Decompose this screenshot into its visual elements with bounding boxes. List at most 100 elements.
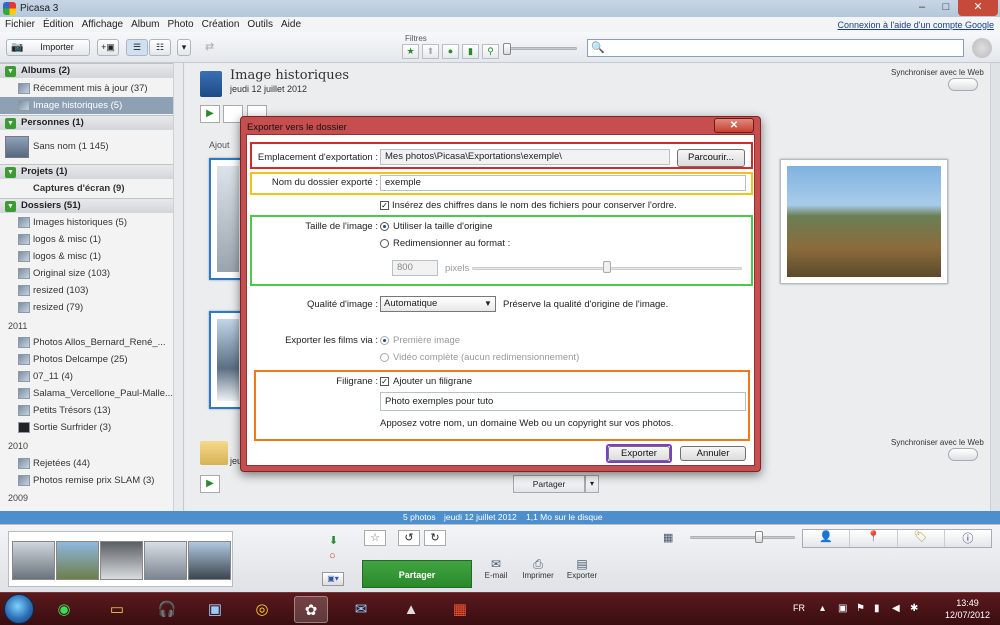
slideshow-play-button[interactable]: ▶: [200, 105, 220, 123]
spotify-taskbar-icon[interactable]: ◉: [47, 596, 81, 623]
tags-tab-icon[interactable]: 🏷: [898, 530, 945, 547]
resize-pixels-input[interactable]: 800: [392, 260, 438, 276]
filter-slider-knob[interactable]: [503, 43, 511, 55]
inkscape-taskbar-icon[interactable]: ▲: [394, 596, 428, 623]
search-input[interactable]: 🔍: [587, 39, 964, 57]
filter-video-button[interactable]: ▮: [462, 44, 479, 59]
menu-photo[interactable]: Photo: [167, 19, 193, 30]
app-taskbar-icon[interactable]: ▦: [443, 596, 477, 623]
watermark-text-input[interactable]: Photo exemples pour tuto: [380, 392, 746, 411]
import-button[interactable]: 📷 Importer: [6, 39, 90, 56]
tray-flag-icon[interactable]: ⚑: [856, 603, 865, 614]
folder-name-input[interactable]: exemple: [380, 175, 746, 191]
tray-expand-icon[interactable]: ▴: [820, 603, 825, 614]
main-scrollbar[interactable]: [990, 63, 1000, 511]
paint-taskbar-icon[interactable]: ▣: [198, 596, 232, 623]
project-screenshots[interactable]: Captures d'écran (9): [0, 180, 174, 197]
photo-thumb-mountain[interactable]: [780, 159, 948, 284]
browse-button[interactable]: Parcourir...: [677, 149, 745, 167]
volume-icon[interactable]: ◀: [892, 603, 900, 614]
folder-item[interactable]: Salama_Vercellone_Paul-Malle...: [0, 385, 174, 402]
thunderbird-taskbar-icon[interactable]: ✉: [344, 596, 378, 623]
thumbnail-size-slider[interactable]: [690, 536, 795, 539]
menu-creation[interactable]: Création: [202, 19, 240, 30]
tray-thumb[interactable]: [144, 541, 187, 580]
person-unnamed[interactable]: Sans nom (1 145): [0, 133, 174, 161]
folder-item[interactable]: Rejetées (44): [0, 455, 174, 472]
rotate-right-button[interactable]: ↻: [424, 530, 446, 546]
watermark-checkbox[interactable]: ✓: [380, 377, 389, 386]
places-tab-icon[interactable]: 📍: [850, 530, 898, 547]
rotate-left-button[interactable]: ↺: [398, 530, 420, 546]
folder-item[interactable]: resized (79): [0, 299, 174, 316]
language-indicator[interactable]: FR: [793, 603, 805, 613]
album-recent[interactable]: Récemment mis à jour (37): [0, 80, 174, 97]
google-signin-link[interactable]: Connexion à l'aide d'un compte Google: [837, 20, 994, 30]
albums-header[interactable]: ▼ Albums (2): [0, 63, 174, 78]
album-add-dropdown-icon[interactable]: ▣▾: [322, 572, 344, 586]
sidebar-scrollbar[interactable]: [173, 63, 183, 511]
people-header[interactable]: ▼ Personnes (1): [0, 115, 174, 130]
clear-tray-icon[interactable]: ○: [329, 550, 336, 562]
folder-item[interactable]: resized (103): [0, 282, 174, 299]
tray-thumb[interactable]: [100, 541, 143, 580]
folder-item[interactable]: Photos Delcampe (25): [0, 351, 174, 368]
original-size-radio[interactable]: [380, 222, 389, 231]
tray-thumb[interactable]: [12, 541, 55, 580]
minimize-button[interactable]: –: [910, 0, 934, 16]
share-album-button[interactable]: Partager: [513, 475, 585, 493]
movies-first-frame-radio[interactable]: [380, 336, 389, 345]
sync-web-toggle[interactable]: [948, 78, 978, 91]
folder-item[interactable]: Photos remise prix SLAM (3): [0, 472, 174, 489]
dialog-close-button[interactable]: ✕: [714, 118, 754, 133]
export-button[interactable]: ▤ Exporter: [562, 558, 602, 581]
filter-upload-button[interactable]: ⬆: [422, 44, 439, 59]
menu-aide[interactable]: Aide: [281, 19, 301, 30]
quality-select[interactable]: Automatique ▼: [380, 296, 496, 312]
print-button[interactable]: ⎙ Imprimer: [518, 558, 558, 581]
resize-radio[interactable]: [380, 239, 389, 248]
filter-geotag-button[interactable]: ⚲: [482, 44, 499, 59]
view-dropdown-button[interactable]: ▾: [177, 39, 191, 56]
maximize-button[interactable]: □: [934, 0, 958, 16]
folder-item[interactable]: 07_11 (4): [0, 368, 174, 385]
thumbnail-view-button[interactable]: ☰: [126, 39, 148, 56]
movies-full-radio[interactable]: [380, 353, 389, 362]
start-button[interactable]: [4, 594, 34, 624]
cancel-button[interactable]: Annuler: [680, 446, 746, 461]
share-dropdown-button[interactable]: ▾: [585, 475, 599, 493]
picasa-taskbar-icon[interactable]: ✿: [294, 596, 328, 623]
menu-affichage[interactable]: Affichage: [82, 19, 124, 30]
list-view-button[interactable]: ☷: [149, 39, 171, 56]
folder-item[interactable]: Sortie Surfrider (3): [0, 419, 174, 436]
network-icon[interactable]: ▮: [874, 603, 880, 614]
thumbnail-size-knob[interactable]: [755, 531, 763, 543]
folder-item[interactable]: logos & misc (1): [0, 231, 174, 248]
menu-album[interactable]: Album: [131, 19, 159, 30]
menu-fichier[interactable]: Fichier: [5, 19, 35, 30]
taskbar-clock[interactable]: 13:49 12/07/2012: [945, 597, 990, 621]
resize-slider-knob[interactable]: [603, 261, 611, 273]
album-image-historiques[interactable]: Image historiques (5): [0, 97, 174, 114]
filter-people-button[interactable]: ●: [442, 44, 459, 59]
close-window-button[interactable]: ✕: [958, 0, 998, 16]
menu-edition[interactable]: Édition: [43, 19, 74, 30]
hold-icon[interactable]: ⬇: [329, 534, 338, 547]
slideshow-play-button-2[interactable]: ▶: [200, 475, 220, 493]
folder-item[interactable]: Images historiques (5): [0, 214, 174, 231]
menu-outils[interactable]: Outils: [247, 19, 273, 30]
share-button[interactable]: Partager: [362, 560, 472, 588]
chrome-taskbar-icon[interactable]: ◎: [245, 596, 279, 623]
tray-app-icon[interactable]: ▣: [838, 603, 847, 614]
add-to-album-button[interactable]: +▣: [97, 39, 119, 56]
info-tab-icon[interactable]: ⓘ: [945, 530, 991, 547]
filter-date-slider[interactable]: [505, 47, 577, 50]
email-button[interactable]: ✉ E-mail: [476, 558, 516, 581]
projects-header[interactable]: ▼ Projets (1): [0, 164, 174, 179]
folder-item[interactable]: Original size (103): [0, 265, 174, 282]
folder-item[interactable]: logos & misc (1): [0, 248, 174, 265]
tray-thumb[interactable]: [56, 541, 99, 580]
bluetooth-icon[interactable]: ✱: [910, 603, 918, 614]
headphones-taskbar-icon[interactable]: 🎧: [150, 596, 184, 623]
album-title[interactable]: Image historiques: [230, 68, 349, 83]
